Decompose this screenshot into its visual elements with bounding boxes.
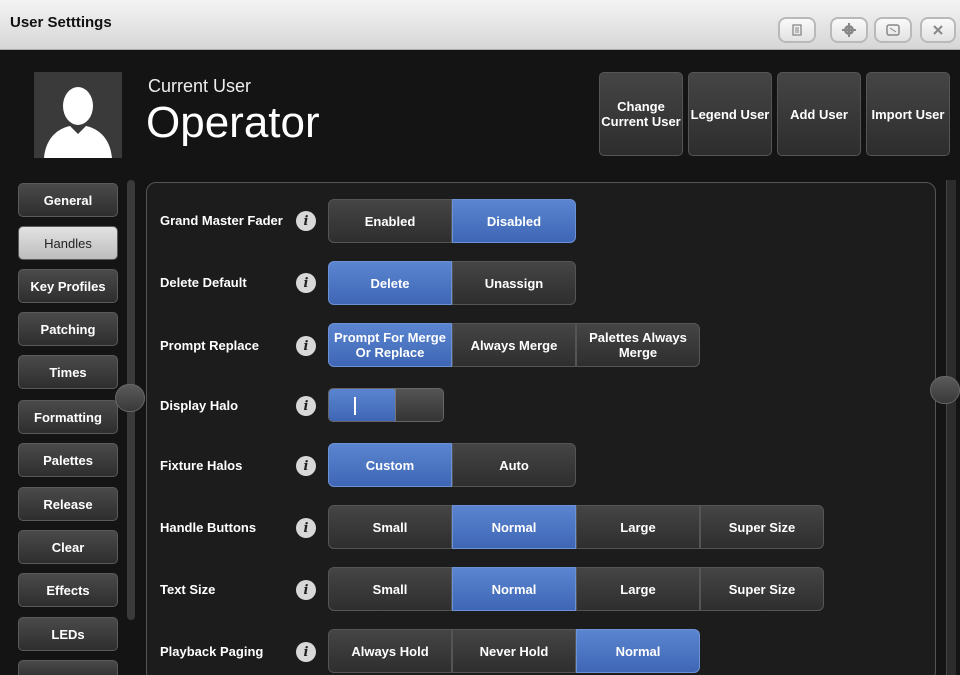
sidebar-item-key-profiles[interactable]: Key Profiles bbox=[18, 269, 118, 303]
sidebar-item-clear[interactable]: Clear bbox=[18, 530, 118, 564]
import-user-button[interactable]: Import User bbox=[866, 72, 950, 156]
sidebar-item-formatting[interactable]: Formatting bbox=[18, 400, 118, 434]
text-size-label: Text Size bbox=[160, 582, 216, 597]
info-icon[interactable]: i bbox=[296, 518, 316, 538]
handle-buttons-large-option[interactable]: Large bbox=[576, 505, 700, 549]
playback-paging-normal-option[interactable]: Normal bbox=[576, 629, 700, 673]
settings-button[interactable] bbox=[830, 17, 868, 43]
prompt-replace-always-merge-option[interactable]: Always Merge bbox=[452, 323, 576, 367]
avatar bbox=[34, 72, 122, 158]
change-current-user-button[interactable]: Change Current User bbox=[599, 72, 683, 156]
grand-master-enabled-option[interactable]: Enabled bbox=[328, 199, 452, 243]
screen-button[interactable] bbox=[874, 17, 912, 43]
user-silhouette-icon bbox=[44, 87, 112, 158]
info-icon[interactable]: i bbox=[296, 580, 316, 600]
menu-button[interactable] bbox=[778, 17, 816, 43]
fixture-halos-custom-option[interactable]: Custom bbox=[328, 443, 452, 487]
screen-icon bbox=[886, 24, 900, 36]
prompt-replace-palettes-option[interactable]: Palettes Always Merge bbox=[576, 323, 700, 367]
info-icon[interactable]: i bbox=[296, 456, 316, 476]
info-icon[interactable]: i bbox=[296, 211, 316, 231]
playback-paging-label: Playback Paging bbox=[160, 644, 264, 659]
legend-user-button[interactable]: Legend User bbox=[688, 72, 772, 156]
sidebar-item-leds[interactable]: LEDs bbox=[18, 617, 118, 651]
playback-paging-never-hold-option[interactable]: Never Hold bbox=[452, 629, 576, 673]
playback-paging-always-hold-option[interactable]: Always Hold bbox=[328, 629, 452, 673]
display-halo-cursor bbox=[354, 397, 356, 415]
add-user-button[interactable]: Add User bbox=[777, 72, 861, 156]
display-halo-knob[interactable] bbox=[395, 389, 443, 421]
prompt-replace-label: Prompt Replace bbox=[160, 338, 259, 353]
grand-master-fader-label: Grand Master Fader bbox=[160, 213, 283, 228]
handle-buttons-normal-option[interactable]: Normal bbox=[452, 505, 576, 549]
fixture-halos-auto-option[interactable]: Auto bbox=[452, 443, 576, 487]
current-user-name: Operator bbox=[146, 98, 320, 147]
info-icon[interactable]: i bbox=[296, 336, 316, 356]
prompt-replace-prompt-option[interactable]: Prompt For Merge Or Replace bbox=[328, 323, 452, 367]
sidebar-item-palettes[interactable]: Palettes bbox=[18, 443, 118, 477]
settings-scrollbar[interactable] bbox=[946, 180, 956, 675]
sidebar-item-patching[interactable]: Patching bbox=[18, 312, 118, 346]
info-icon[interactable]: i bbox=[296, 396, 316, 416]
sidebar-item-effects[interactable]: Effects bbox=[18, 573, 118, 607]
grand-master-disabled-option[interactable]: Disabled bbox=[452, 199, 576, 243]
sidebar-item-general[interactable]: General bbox=[18, 183, 118, 217]
window-title: User Setttings bbox=[10, 14, 112, 31]
title-bar: User Setttings bbox=[0, 0, 960, 50]
delete-default-unassign-option[interactable]: Unassign bbox=[452, 261, 576, 305]
handle-buttons-super-size-option[interactable]: Super Size bbox=[700, 505, 824, 549]
info-icon[interactable]: i bbox=[296, 273, 316, 293]
info-icon[interactable]: i bbox=[296, 642, 316, 662]
sidebar-scroll-handle[interactable] bbox=[115, 384, 145, 412]
menu-icon bbox=[792, 24, 802, 36]
sidebar-item-more[interactable] bbox=[18, 660, 118, 675]
delete-default-delete-option[interactable]: Delete bbox=[328, 261, 452, 305]
sidebar-item-handles[interactable]: Handles bbox=[18, 226, 118, 260]
delete-default-label: Delete Default bbox=[160, 275, 247, 290]
close-button[interactable] bbox=[920, 17, 956, 43]
gear-icon bbox=[842, 23, 856, 37]
current-user-label: Current User bbox=[148, 76, 252, 96]
handle-buttons-small-option[interactable]: Small bbox=[328, 505, 452, 549]
settings-scroll-handle[interactable] bbox=[930, 376, 960, 404]
text-size-super-size-option[interactable]: Super Size bbox=[700, 567, 824, 611]
display-halo-label: Display Halo bbox=[160, 398, 239, 413]
sidebar-item-times[interactable]: Times bbox=[18, 355, 118, 389]
display-halo-fill bbox=[329, 389, 395, 421]
handle-buttons-label: Handle Buttons bbox=[160, 520, 257, 535]
sidebar-item-release[interactable]: Release bbox=[18, 487, 118, 521]
text-size-normal-option[interactable]: Normal bbox=[452, 567, 576, 611]
fixture-halos-label: Fixture Halos bbox=[160, 458, 243, 473]
close-icon bbox=[933, 25, 943, 35]
text-size-large-option[interactable]: Large bbox=[576, 567, 700, 611]
display-halo-slider[interactable] bbox=[328, 388, 444, 422]
text-size-small-option[interactable]: Small bbox=[328, 567, 452, 611]
